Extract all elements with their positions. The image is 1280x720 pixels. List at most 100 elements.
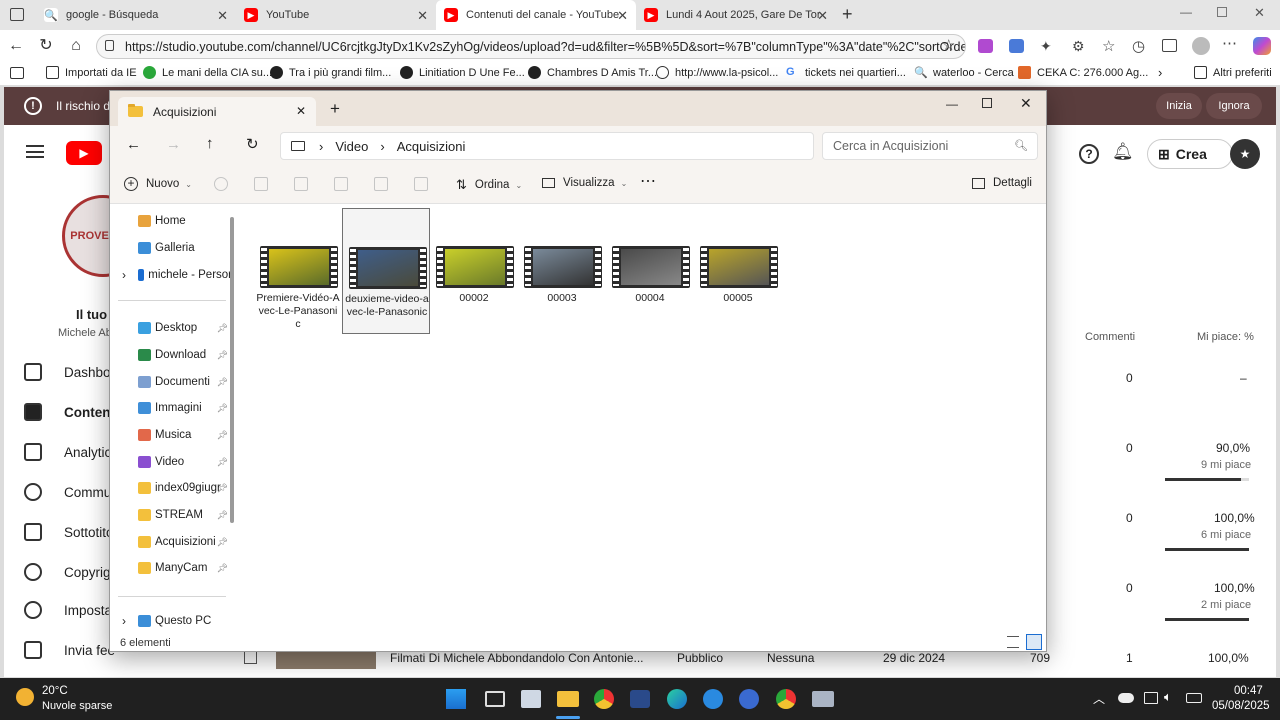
- nav-subtitles[interactable]: Sottotito: [24, 523, 114, 541]
- close-tab-icon[interactable]: ✕: [617, 8, 628, 24]
- sidebar-item[interactable]: Acquisizioni 📌︎: [110, 531, 232, 553]
- profile-avatar[interactable]: [1192, 37, 1210, 55]
- task-view-icon[interactable]: [485, 691, 505, 707]
- close-window-icon[interactable]: ✕: [1020, 95, 1032, 112]
- back-icon[interactable]: ←: [126, 136, 141, 153]
- tools-icon[interactable]: ⚙: [1072, 38, 1085, 55]
- app-icon[interactable]: [521, 690, 541, 708]
- battery-icon[interactable]: [1186, 693, 1202, 703]
- nav-dashboard[interactable]: Dashbo: [24, 363, 111, 381]
- new-tab-icon[interactable]: +: [842, 4, 853, 25]
- more-options-icon[interactable]: ⋯: [1222, 34, 1237, 52]
- rename-icon[interactable]: [334, 177, 348, 191]
- create-button[interactable]: ⊞ Crea: [1147, 139, 1233, 169]
- puzzle-icon[interactable]: ✦: [1040, 38, 1052, 55]
- speaker-icon[interactable]: 🔈︎: [1164, 689, 1172, 705]
- weather-icon[interactable]: [16, 688, 34, 706]
- column-header-comments[interactable]: Commenti: [1085, 331, 1135, 343]
- sidebar-item[interactable]: Home: [110, 210, 232, 232]
- history-icon[interactable]: ◷: [1132, 37, 1145, 55]
- refresh-icon[interactable]: ↻: [246, 135, 259, 153]
- minimize-icon[interactable]: —: [946, 97, 958, 111]
- favorite-item[interactable]: CEKA C: 276.000 Ag...: [1018, 66, 1148, 79]
- breadcrumb[interactable]: › Video › Acquisizioni: [280, 132, 814, 160]
- tab-actions-icon[interactable]: [10, 8, 24, 21]
- breadcrumb-item[interactable]: Video: [335, 139, 368, 154]
- tab-google[interactable]: 🔍 google - Búsqueda ✕: [36, 0, 236, 30]
- restore-icon[interactable]: [1217, 7, 1227, 17]
- breadcrumb-item[interactable]: Acquisizioni: [397, 139, 466, 154]
- sidebar-item[interactable]: › michele - Persor: [110, 264, 232, 286]
- app-icon[interactable]: [630, 690, 650, 708]
- sidebar-item[interactable]: Video 📌︎: [110, 451, 232, 473]
- weather-temp[interactable]: 20°C: [42, 685, 68, 697]
- maximize-icon[interactable]: [982, 98, 992, 108]
- sidebar-item[interactable]: Immagini 📌︎: [110, 397, 232, 419]
- view-button[interactable]: Visualizza ⌄: [542, 177, 627, 189]
- nav-settings[interactable]: Imposta: [24, 601, 112, 619]
- details-view-icon[interactable]: [1007, 636, 1019, 648]
- other-favorites[interactable]: Altri preferiti: [1194, 66, 1272, 79]
- favorite-item[interactable]: Importati da IE: [46, 66, 137, 79]
- close-tab-icon[interactable]: ✕: [817, 8, 828, 24]
- row-checkbox[interactable]: [244, 651, 257, 664]
- ignore-button[interactable]: Ignora: [1206, 93, 1262, 119]
- favorite-item[interactable]: http://www.la-psicol...: [656, 66, 778, 79]
- file-item[interactable]: 00003: [518, 208, 606, 334]
- row-title[interactable]: Filmati Di Michele Abbondandolo Con Anto…: [390, 651, 643, 665]
- favorites-icon[interactable]: ☆: [1102, 37, 1115, 55]
- tab-lundi[interactable]: ▶ Lundi 4 Aout 2025, Gare De Torin ✕: [636, 0, 836, 30]
- scrollbar[interactable]: [230, 217, 234, 523]
- avatar[interactable]: ★: [1230, 139, 1260, 169]
- url-input[interactable]: https://studio.youtube.com/channel/UC6rc…: [96, 34, 966, 59]
- chrome-icon[interactable]: [776, 689, 796, 709]
- tab-youtube[interactable]: ▶ YouTube ✕: [236, 0, 436, 30]
- copy-icon[interactable]: [254, 177, 268, 191]
- network-icon[interactable]: [1144, 692, 1158, 704]
- sidebar-item[interactable]: › Questo PC: [110, 610, 232, 632]
- large-icons-view-icon[interactable]: [1026, 634, 1042, 650]
- favorite-item[interactable]: 🔍 waterloo - Cerca: [914, 66, 1014, 80]
- chevron-right-icon[interactable]: ›: [1158, 65, 1162, 80]
- delete-icon[interactable]: [414, 177, 428, 191]
- nav-content[interactable]: Contenu: [24, 403, 119, 421]
- app-icon[interactable]: [812, 691, 834, 707]
- favorite-star-icon[interactable]: ☆: [942, 36, 955, 54]
- copilot-icon[interactable]: [1253, 37, 1271, 55]
- column-header-likes[interactable]: Mi piace: %: [1197, 331, 1254, 343]
- app-icon[interactable]: [739, 689, 759, 709]
- file-item[interactable]: 00002: [430, 208, 518, 334]
- chevron-right-icon[interactable]: ›: [122, 268, 126, 282]
- favorite-item[interactable]: Le mani della CIA su...: [143, 66, 272, 79]
- youtube-studio-logo[interactable]: ▶: [66, 141, 102, 165]
- edge-icon[interactable]: [667, 689, 687, 709]
- sidebar-item[interactable]: Galleria: [110, 237, 232, 259]
- search-input[interactable]: Cerca in Acquisizioni 🔍︎: [822, 132, 1038, 160]
- reading-icon[interactable]: [10, 67, 24, 79]
- new-button[interactable]: + Nuovo ⌄: [124, 177, 192, 191]
- close-window-icon[interactable]: ✕: [1254, 5, 1265, 21]
- extension-icon[interactable]: [1009, 39, 1024, 53]
- start-button[interactable]: Inizia: [1156, 93, 1202, 119]
- nav-copyright[interactable]: Copyrigh: [24, 563, 118, 581]
- nav-analytics[interactable]: Analytic: [24, 443, 111, 461]
- bell-icon[interactable]: 🔔︎: [1112, 142, 1134, 162]
- file-item[interactable]: 00004: [606, 208, 694, 334]
- tab-youtube-studio[interactable]: ▶ Contenuti del canale - YouTube St ✕: [436, 0, 636, 30]
- menu-icon[interactable]: [26, 145, 44, 158]
- refresh-icon[interactable]: ↻: [36, 36, 56, 56]
- minimize-icon[interactable]: —: [1180, 5, 1192, 19]
- home-icon[interactable]: ⌂: [66, 36, 86, 56]
- clock-date[interactable]: 05/08/2025: [1212, 700, 1270, 712]
- clock-time[interactable]: 00:47: [1234, 685, 1263, 697]
- nav-feedback[interactable]: Invia fee: [24, 641, 115, 659]
- forward-icon[interactable]: →: [166, 136, 181, 153]
- close-tab-icon[interactable]: ✕: [296, 104, 306, 118]
- cut-icon[interactable]: [214, 177, 228, 191]
- back-icon[interactable]: ←: [6, 36, 26, 56]
- sidebar-item[interactable]: ManyCam 📌︎: [110, 557, 232, 579]
- extension-icon[interactable]: [978, 39, 993, 53]
- explorer-tab[interactable]: Acquisizioni ✕: [118, 97, 316, 126]
- close-tab-icon[interactable]: ✕: [417, 8, 428, 24]
- app-icon[interactable]: [703, 689, 723, 709]
